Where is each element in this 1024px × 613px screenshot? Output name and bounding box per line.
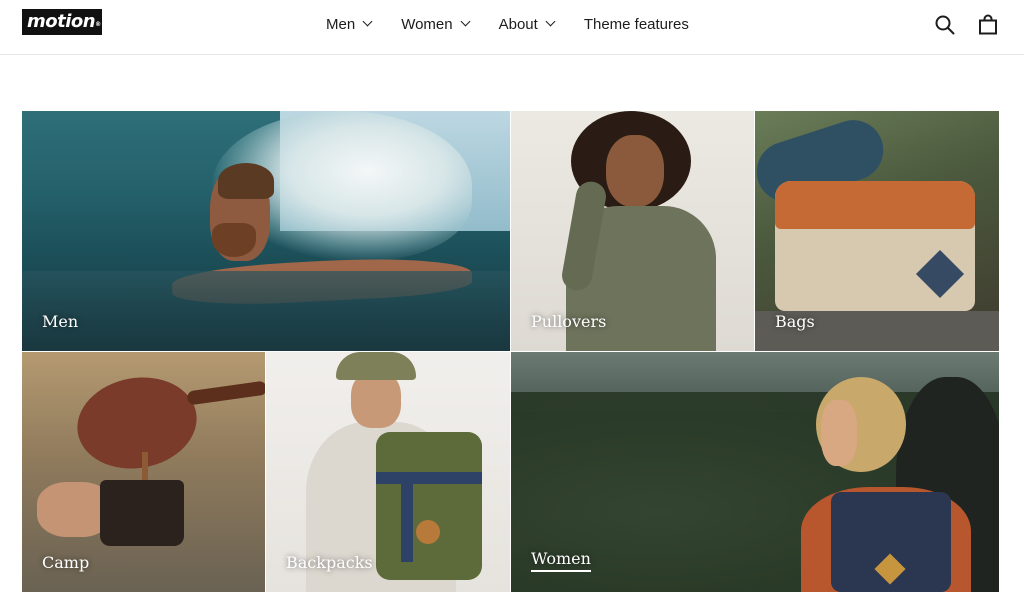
chevron-down-icon [545, 16, 556, 26]
tile-image [401, 472, 413, 562]
nav-label: Theme features [583, 15, 689, 33]
nav-item-theme-features[interactable]: Theme features [584, 14, 689, 34]
tile-image [336, 352, 416, 380]
tile-image [70, 368, 204, 478]
nav-item-women[interactable]: Women [401, 14, 471, 34]
nav-label: About [498, 15, 538, 33]
collection-label: Camp [42, 553, 90, 572]
tile-image [821, 400, 857, 466]
cart-button[interactable] [977, 14, 999, 36]
collection-label: Men [42, 312, 79, 331]
search-button[interactable] [934, 14, 956, 36]
nav-item-men[interactable]: Men [326, 14, 373, 34]
chevron-down-icon [362, 16, 373, 26]
collection-tile-women[interactable]: Women [511, 352, 999, 592]
tile-image [351, 372, 401, 428]
logo-text: motion [27, 11, 96, 32]
chevron-down-icon [460, 16, 471, 26]
tile-image [376, 432, 482, 580]
nav-item-about[interactable]: About [498, 14, 556, 34]
collection-tile-pullovers[interactable]: Pullovers [511, 111, 754, 351]
tile-image [100, 480, 184, 546]
site-header: motion® Men Women About Theme features [0, 0, 1024, 55]
collection-tile-men[interactable]: Men [22, 111, 510, 351]
tile-image [218, 163, 274, 199]
nav-label: Men [326, 15, 356, 33]
tile-image [775, 181, 975, 229]
logo-registered-mark: ® [95, 21, 101, 28]
tile-image [22, 271, 510, 351]
collection-tile-bags[interactable]: Bags [755, 111, 999, 351]
tile-image [416, 520, 440, 544]
collection-tile-camp[interactable]: Camp [22, 352, 265, 592]
search-icon [935, 15, 955, 35]
collection-label: Bags [775, 312, 815, 331]
tile-image [212, 223, 256, 257]
tile-image [186, 380, 265, 406]
collection-label: Pullovers [531, 312, 607, 331]
collection-label: Backpacks [286, 553, 373, 572]
cart-icon [979, 14, 997, 35]
collection-label: Women [531, 549, 591, 572]
tile-image [606, 135, 664, 207]
main-nav: Men Women About Theme features [326, 14, 719, 34]
nav-label: Women [401, 15, 453, 33]
tile-image [376, 472, 482, 484]
collection-tile-backpacks[interactable]: Backpacks [266, 352, 510, 592]
brand-logo[interactable]: motion® [22, 9, 102, 35]
